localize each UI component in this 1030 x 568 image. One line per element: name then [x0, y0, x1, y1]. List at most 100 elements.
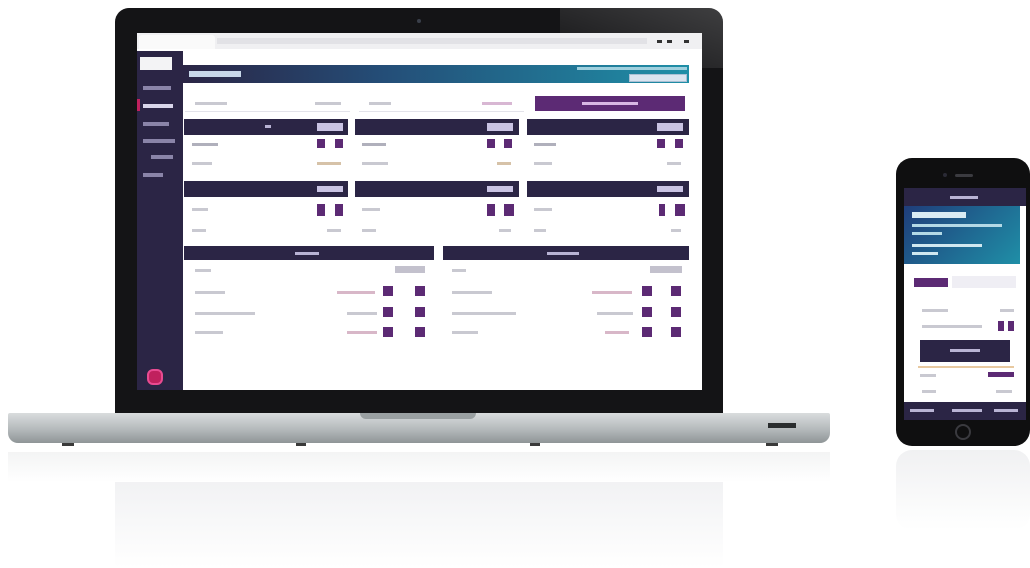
panel-3-row-2-value	[667, 162, 681, 165]
table-2-row-2-value	[592, 291, 632, 294]
table-1-row-4-action-2[interactable]	[415, 327, 425, 337]
table-2-row-4-action[interactable]	[642, 327, 652, 337]
phone-hero-text-3	[912, 244, 982, 247]
phone-tab-inactive[interactable]	[952, 276, 1016, 288]
panel-5-row-1-action-2[interactable]	[504, 204, 514, 216]
phone-hero-text-1	[912, 224, 1002, 227]
table-1-row-4-action[interactable]	[383, 327, 393, 337]
header-action-button[interactable]	[629, 74, 687, 82]
phone-hero-text-2	[912, 232, 942, 235]
filter-value-1	[315, 102, 341, 105]
header-info-line	[577, 67, 687, 70]
phone-tab-active[interactable]	[914, 278, 948, 287]
table-1-row-4-label	[195, 331, 223, 334]
sidebar-item-2[interactable]	[143, 104, 173, 108]
panel-2-row-1-action[interactable]	[487, 139, 495, 148]
panel-2-row-2-value	[497, 162, 511, 165]
brand-logo-icon	[147, 369, 163, 385]
table-1-row-2-label	[195, 291, 225, 294]
table-2-row-2-action-2[interactable]	[671, 286, 681, 296]
sidebar-item-6[interactable]	[143, 173, 163, 177]
phone-logo-line	[950, 196, 978, 199]
table-2-row-3-action[interactable]	[642, 307, 652, 317]
phone-row-3-action[interactable]	[988, 372, 1014, 377]
panel-header-1-badges	[317, 123, 343, 131]
phone-row-2-action[interactable]	[998, 321, 1004, 331]
panel-6-row-1-label	[534, 208, 552, 211]
panel-1-row-1-label	[192, 143, 218, 146]
phone-nav-item-1[interactable]	[910, 409, 934, 412]
phone-primary-button-label	[950, 349, 980, 352]
filter-value-2	[482, 102, 512, 105]
panel-header-4-badges	[317, 186, 343, 192]
phone-nav-item-2[interactable]	[952, 409, 982, 412]
table-1-row-3-label	[195, 312, 255, 315]
panel-3-row-2-label	[534, 162, 552, 165]
panel-1-row-1-action[interactable]	[317, 139, 325, 148]
table-1-row-3-action-2[interactable]	[415, 307, 425, 317]
panel-1-row-1-action-2[interactable]	[335, 139, 343, 148]
close-icon[interactable]	[684, 40, 689, 43]
phone-screen	[904, 188, 1026, 420]
panel-6-row-2-value	[671, 229, 681, 232]
table-2-row-3-value	[597, 312, 633, 315]
laptop-foot-1	[62, 443, 74, 446]
phone-home-button-icon[interactable]	[955, 424, 971, 440]
panel-6-row-1-action-2[interactable]	[675, 204, 685, 216]
sidebar-item-5[interactable]	[151, 155, 173, 159]
panel-header-2-badges	[487, 123, 513, 131]
maximize-icon[interactable]	[667, 40, 672, 43]
phone-row-1-value	[1000, 309, 1014, 312]
table-1-row-3-action[interactable]	[383, 307, 393, 317]
phone-row-3-label	[920, 374, 936, 377]
browser-address-bar[interactable]	[217, 38, 647, 44]
table-2-row-3-label	[452, 312, 516, 315]
table-1-row-2-value	[337, 291, 375, 294]
sidebar-item-1[interactable]	[143, 86, 171, 90]
table-2-row-2-label	[452, 291, 492, 294]
primary-action-label	[582, 102, 638, 105]
panel-4-row-1-label	[192, 208, 208, 211]
table-1-row-1-pill[interactable]	[395, 266, 425, 273]
panel-3-row-1-action[interactable]	[657, 139, 665, 148]
panel-5-row-1-action[interactable]	[487, 204, 495, 216]
panel-4-row-2-label	[192, 229, 206, 232]
table-1-row-2-action-2[interactable]	[415, 286, 425, 296]
phone-nav-item-3[interactable]	[994, 409, 1018, 412]
laptop-base-port	[768, 423, 796, 428]
browser-tab[interactable]	[139, 35, 215, 49]
sidebar-item-3[interactable]	[143, 122, 169, 126]
phone-row-4-label	[922, 390, 936, 393]
table-2-row-3-action-2[interactable]	[671, 307, 681, 317]
table-2-row-1-pill[interactable]	[650, 266, 682, 273]
panel-6-row-1-action[interactable]	[659, 204, 665, 216]
panel-5-row-2-value	[499, 229, 511, 232]
table-2-row-4-label	[452, 331, 478, 334]
table-2-row-4-action-2[interactable]	[671, 327, 681, 337]
laptop-foot-2	[296, 443, 306, 446]
panel-4-row-1-action[interactable]	[317, 204, 325, 216]
panel-2-row-2-label	[362, 162, 388, 165]
sidebar-item-4[interactable]	[143, 139, 175, 143]
panel-header-1-icon	[265, 125, 271, 128]
minimize-icon[interactable]	[657, 40, 662, 43]
table-header-2-label	[547, 252, 579, 255]
panel-3-row-1-action-2[interactable]	[675, 139, 683, 148]
sidebar-logo	[140, 57, 172, 70]
panel-5-row-2-label	[362, 229, 376, 232]
panel-4-row-2-value	[327, 229, 341, 232]
table-1-row-2-action[interactable]	[383, 286, 393, 296]
panel-4-row-1-action-2[interactable]	[335, 204, 343, 216]
filter-label-2	[369, 102, 391, 105]
table-2-row-2-action[interactable]	[642, 286, 652, 296]
panel-2-row-1-label	[362, 143, 386, 146]
table-header-1-label	[295, 252, 319, 255]
panel-2-row-1-action-2[interactable]	[504, 139, 512, 148]
laptop-foot-3	[530, 443, 540, 446]
phone-hero-title	[912, 212, 966, 218]
phone-row-2-action-2[interactable]	[1008, 321, 1014, 331]
filter-label-1	[195, 102, 227, 105]
phone-divider	[918, 366, 1014, 368]
panel-6-row-2-label	[534, 229, 546, 232]
laptop-camera-icon	[417, 19, 421, 23]
